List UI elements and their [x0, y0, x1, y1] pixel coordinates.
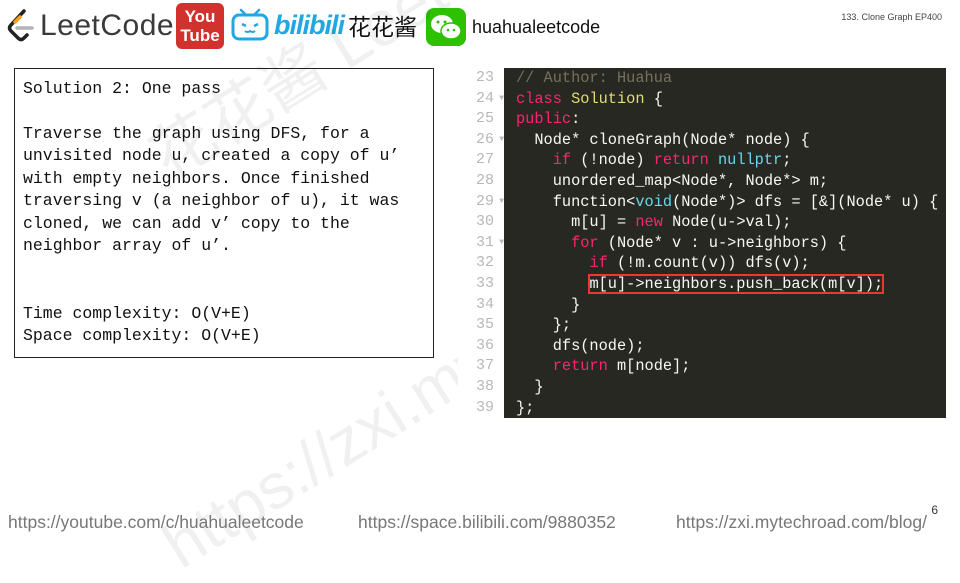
line-number-text: 36	[475, 336, 494, 354]
line-number: 33	[458, 274, 504, 295]
description-line: neighbor array of u’.	[23, 236, 231, 255]
line-number: 29 ▼	[458, 192, 504, 213]
line-number: 24 ▼	[458, 89, 504, 110]
code-line: // Author: Huahua	[516, 69, 673, 87]
line-number-text: 33	[475, 274, 494, 292]
line-number-text: 27	[475, 151, 494, 169]
line-number-text: 28	[475, 171, 494, 189]
line-number-text: 39	[475, 398, 494, 416]
code-area: // Author: Huahua class Solution { public:…	[504, 68, 946, 418]
line-number: 36	[458, 336, 504, 357]
time-complexity: Time complexity: O(V+E)	[23, 303, 251, 323]
footer: https://youtube.com/c/huahualeetcode htt…	[0, 512, 960, 536]
line-number: 28	[458, 171, 504, 192]
bilibili-link[interactable]: https://space.bilibili.com/9880352	[358, 512, 616, 533]
code-line: }	[516, 377, 544, 396]
line-number-text: 24	[475, 89, 494, 107]
description-line: traversing v (a neighbor of u), it was	[23, 191, 400, 210]
line-number-text: 34	[475, 295, 494, 313]
line-number-text: 35	[475, 316, 494, 334]
bilibili-logo[interactable]: bilibili 花花酱	[230, 8, 417, 42]
line-number-text: 30	[475, 213, 494, 231]
code-line: }	[516, 295, 581, 314]
episode-title: 133. Clone Graph EP400	[841, 12, 942, 22]
line-number-text: 26	[475, 130, 494, 148]
channel-name: 花花酱	[348, 14, 417, 40]
line-number: 31 ▼	[458, 233, 504, 254]
space-complexity: Space complexity: O(V+E)	[23, 326, 261, 345]
line-number: 23	[458, 68, 504, 89]
code-line: for (Node* v : u->neighbors) {	[571, 233, 847, 252]
code-line: unordered_map<Node*, Node*> m;	[516, 171, 829, 190]
line-number: 26 ▼	[458, 130, 504, 151]
wechat-icon[interactable]	[426, 8, 466, 46]
line-number: 38	[458, 377, 504, 398]
highlighted-code-line: m[u]->neighbors.push_back(m[v]);	[516, 273, 946, 295]
bilibili-tv-icon	[231, 8, 269, 41]
line-number-text: 38	[475, 377, 494, 395]
line-number-gutter: 23 24 ▼ 25 26 ▼ 27 28 29 ▼ 30 31 ▼ 32 33 34 35 36 37 38 39	[458, 68, 504, 418]
code-line: class Solution {	[516, 89, 663, 108]
description-line: cloned, we can add v’ copy to the	[23, 213, 350, 233]
bilibili-wordmark: bilibili	[274, 9, 345, 40]
line-number-text: 32	[475, 254, 494, 272]
code-line: public:	[516, 110, 581, 129]
line-number: 25	[458, 109, 504, 130]
line-number: 27	[458, 150, 504, 171]
line-number: 37	[458, 356, 504, 377]
description-line: Traverse the graph using DFS, for a	[23, 123, 370, 143]
leetcode-logo[interactable]: LeetCode	[6, 6, 174, 46]
description-line: unvisited node u, created a copy of u’	[23, 146, 400, 165]
code-line: };	[516, 398, 535, 417]
code-line: };	[516, 316, 572, 335]
wechat-account-name: huahualeetcode	[472, 17, 601, 37]
line-number-text: 25	[475, 110, 494, 128]
line-number: 30	[458, 212, 504, 233]
highlight-box: m[u]->neighbors.push_back(m[v]);	[588, 273, 885, 294]
leetcode-wordmark: LeetCode	[40, 9, 175, 42]
blog-link[interactable]: https://zxi.mytechroad.com/blog/	[676, 512, 927, 533]
youtube-link[interactable]: https://youtube.com/c/huahualeetcode	[8, 512, 304, 533]
code-line: dfs(node);	[516, 336, 645, 355]
code-line: Node* cloneGraph(Node* node) {	[516, 130, 810, 149]
youtube-logo[interactable]: You Tube	[176, 3, 224, 49]
line-number: 35	[458, 315, 504, 336]
leetcode-icon	[7, 9, 34, 42]
solution-description-box: Solution 2: One pass Traverse the graph …	[14, 68, 434, 358]
line-number-text: 31	[475, 233, 494, 251]
line-number-text: 23	[475, 69, 494, 86]
line-number: 39	[458, 398, 504, 419]
code-line: return m[node];	[552, 357, 691, 376]
description-line: with empty neighbors. Once finished	[23, 168, 370, 188]
youtube-bottom-text: Tube	[180, 26, 220, 45]
code-line: m[u] = new Node(u->val);	[516, 213, 792, 232]
line-number-text: 29	[475, 192, 494, 210]
header: LeetCode You Tube bilibili 花花酱 huahualee…	[0, 0, 960, 56]
page-number: 6	[931, 503, 938, 517]
youtube-top-text: You	[184, 7, 216, 26]
solution-title: Solution 2: One pass	[23, 79, 222, 98]
line-number: 34	[458, 295, 504, 316]
line-number: 32	[458, 253, 504, 274]
code-line: function<void(Node*)> dfs = [&](Node* u)…	[516, 192, 939, 211]
code-line: if (!node) return nullptr;	[552, 151, 792, 170]
code-line: if (!m.count(v)) dfs(v);	[589, 254, 810, 273]
line-number-text: 37	[475, 357, 494, 375]
code-editor: 23 24 ▼ 25 26 ▼ 27 28 29 ▼ 30 31 ▼ 32 33 34 35 36 37 38 39 /…	[458, 68, 946, 418]
